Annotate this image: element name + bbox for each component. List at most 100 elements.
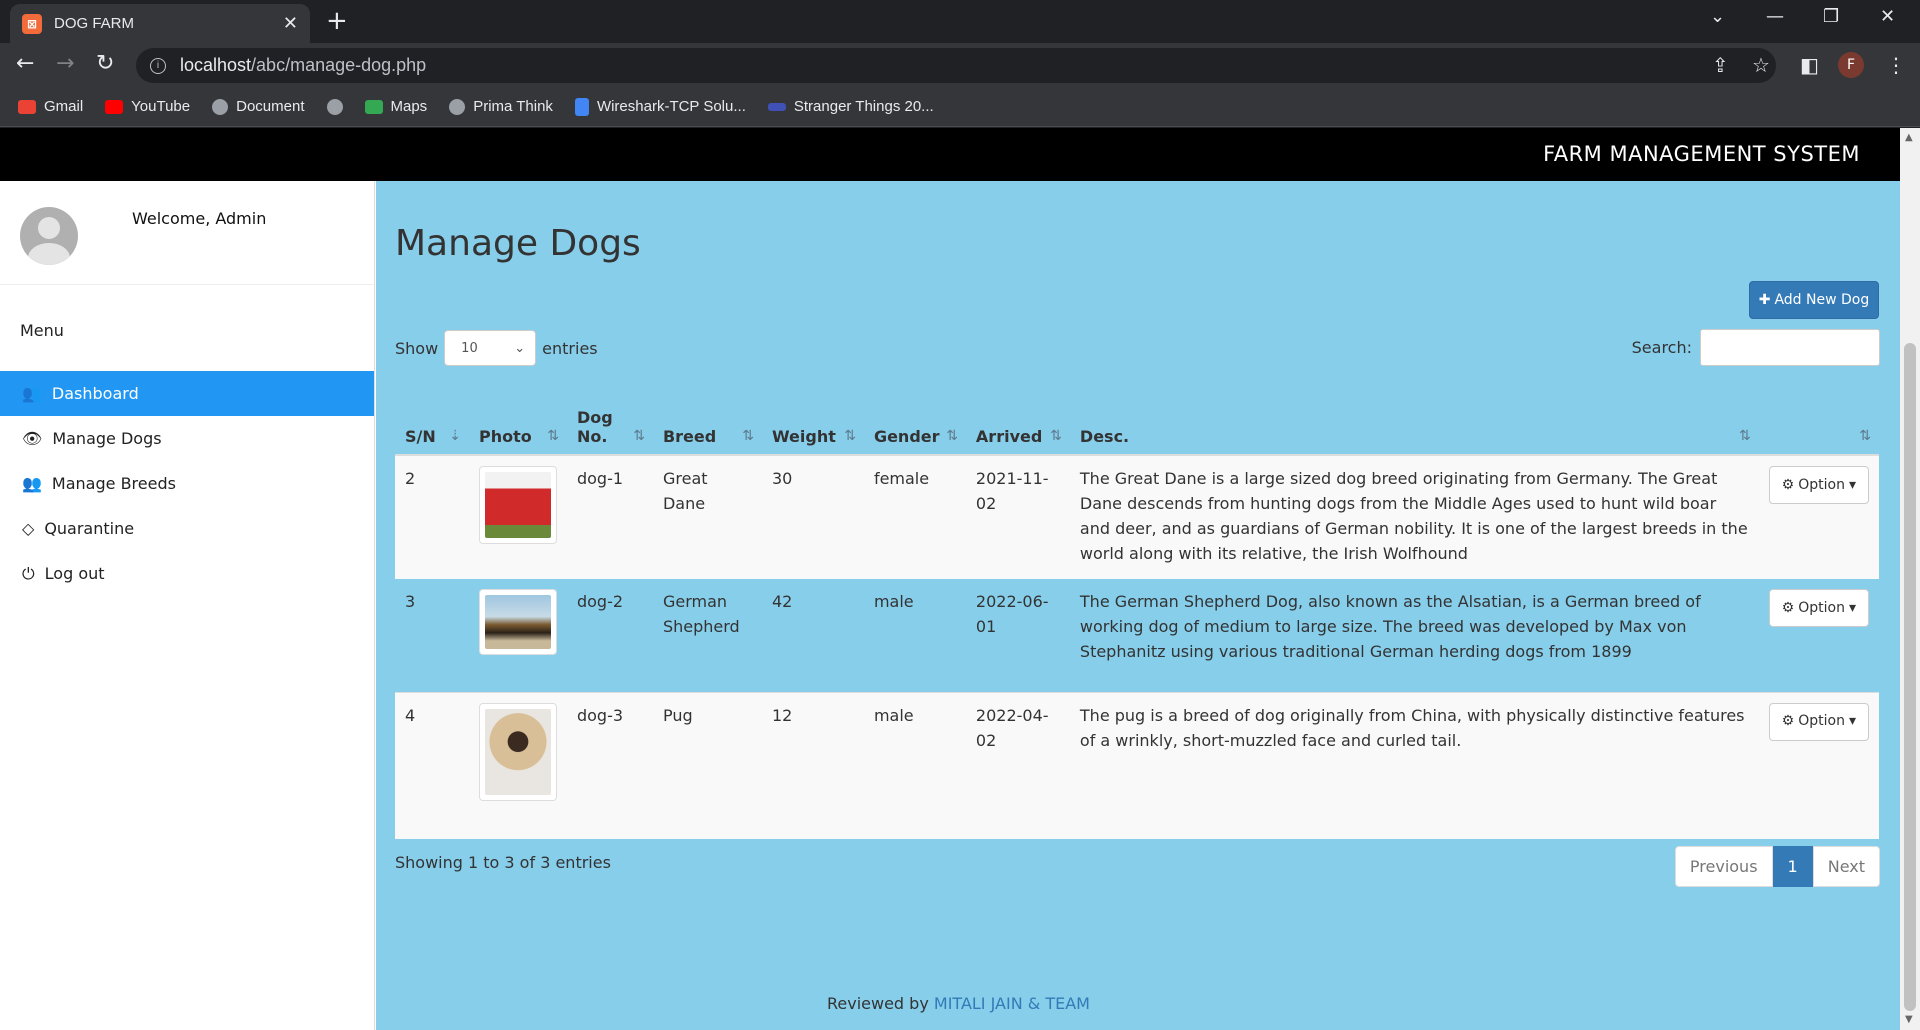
bookmark-globe[interactable] <box>326 98 343 115</box>
column-header-dog-no[interactable]: Dog No. ⇅ <box>566 391 653 456</box>
power-icon: ⏻ <box>22 563 35 583</box>
cell-weight: 42 <box>761 579 864 692</box>
cell-desc: The Great Dane is a large sized dog bree… <box>1069 455 1759 579</box>
table-row: 2 dog-1 Great Dane 30 female 2021-11-02 … <box>395 455 1879 579</box>
cell-sn: 2 <box>395 455 469 579</box>
site-icon <box>767 102 786 111</box>
column-header-breed[interactable]: Breed ⇅ <box>652 391 762 456</box>
search-input[interactable] <box>1700 329 1880 366</box>
show-label: Show <box>395 338 439 358</box>
previous-page-button[interactable]: Previous <box>1674 846 1773 887</box>
footer-team-link[interactable]: MITALI JAIN & TEAM <box>934 994 1090 1013</box>
browser-tab-strip: ⊠ DOG FARM ✕ + ⌄ — ❐ ✕ <box>0 0 1920 43</box>
option-button[interactable]: ⚙ Option ▾ <box>1768 702 1869 741</box>
entries-select[interactable]: 10 ⌄ <box>444 330 537 366</box>
main-content: Manage Dogs ✚ Add New Dog Show 10 ⌄ entr… <box>376 181 1900 1030</box>
column-header-photo[interactable]: Photo ⇅ <box>468 391 567 456</box>
cell-dog-no: dog-2 <box>566 579 653 692</box>
restore-icon[interactable]: ❐ <box>1823 6 1839 27</box>
address-bar[interactable]: i localhost/abc/manage-dog.php <box>136 48 1776 83</box>
dog-1-photo[interactable] <box>478 466 557 544</box>
page-1-button[interactable]: 1 <box>1772 846 1813 887</box>
sidebar-item-label: Manage Breeds <box>51 474 176 493</box>
close-tab-icon[interactable]: ✕ <box>283 13 298 34</box>
users-icon: 👥 <box>22 384 42 403</box>
bookmark-stranger-things[interactable]: Stranger Things 20... <box>767 98 934 115</box>
browser-tab[interactable]: ⊠ DOG FARM ✕ <box>10 4 310 43</box>
bookmark-wireshark[interactable]: Wireshark-TCP Solu... <box>574 97 746 116</box>
sidebar-item-quarantine[interactable]: ◇ Quarantine <box>0 506 374 551</box>
close-window-icon[interactable]: ✕ <box>1880 6 1895 27</box>
chevron-down-icon: ⌄ <box>514 340 526 356</box>
cell-desc: The German Shepherd Dog, also known as t… <box>1069 579 1759 692</box>
column-header-desc[interactable]: Desc. ⇅ <box>1069 391 1759 456</box>
sidebar-item-label: Quarantine <box>44 519 135 538</box>
bookmark-gmail[interactable]: Gmail <box>18 98 83 115</box>
avatar <box>20 207 78 265</box>
sidebar-item-label: Log out <box>44 564 105 583</box>
cell-arrived: 2022-04-02 <box>965 692 1070 839</box>
option-button[interactable]: ⚙ Option ▾ <box>1768 466 1869 504</box>
side-panel-icon[interactable]: ◧ <box>1800 53 1819 77</box>
cell-weight: 30 <box>761 455 864 579</box>
column-header-gender[interactable]: Gender ⇅ <box>863 391 966 456</box>
cell-breed: Great Dane <box>652 455 762 579</box>
sort-icon: ⇅ <box>1859 428 1871 444</box>
cell-breed: Pug <box>652 692 762 839</box>
gear-icon: ⚙ <box>1781 476 1795 493</box>
gear-icon: ⚙ <box>1781 599 1795 616</box>
globe-icon <box>449 98 466 115</box>
column-header-arrived[interactable]: Arrived ⇅ <box>965 391 1070 456</box>
sidebar-item-manage-breeds[interactable]: 👥 Manage Breeds <box>0 461 374 506</box>
page-scrollbar[interactable]: ▲ ▼ <box>1900 128 1920 1030</box>
sidebar-item-label: Manage Dogs <box>52 429 162 448</box>
caret-down-icon: ▾ <box>1848 476 1856 493</box>
bookmark-maps[interactable]: Maps <box>364 98 427 115</box>
dog-3-photo[interactable] <box>478 702 557 801</box>
globe-icon <box>326 98 343 115</box>
share-icon[interactable]: ⇪ <box>1712 53 1729 77</box>
cell-photo <box>468 692 567 839</box>
web-page: FARM MANAGEMENT SYSTEM Welcome, Admin Me… <box>0 128 1920 1030</box>
column-header-weight[interactable]: Weight ⇅ <box>761 391 864 456</box>
bookmark-document[interactable]: Document <box>212 98 305 115</box>
dogs-table: S/N ⇣ Photo ⇅ Dog No. ⇅ Breed ⇅ Weight ⇅ Gend… <box>395 391 1879 839</box>
cell-gender: female <box>863 455 966 579</box>
column-header-sn[interactable]: S/N ⇣ <box>395 391 469 456</box>
sidebar-item-log-out[interactable]: ⏻ Log out <box>0 551 374 596</box>
add-new-dog-button[interactable]: ✚ Add New Dog <box>1749 281 1879 319</box>
dog-2-photo[interactable] <box>478 589 557 655</box>
sort-icon: ⇅ <box>1738 428 1751 444</box>
sort-icon: ⇅ <box>844 428 856 444</box>
profile-avatar[interactable]: F <box>1838 52 1864 78</box>
back-icon[interactable]: ← <box>16 51 34 76</box>
option-button[interactable]: ⚙ Option ▾ <box>1768 589 1869 627</box>
bookmark-youtube[interactable]: YouTube <box>105 98 190 115</box>
sidebar-item-dashboard[interactable]: 👥 Dashboard <box>0 371 374 416</box>
gear-icon: ⚙ <box>1781 713 1795 729</box>
bookmark-star-icon[interactable]: ☆ <box>1752 53 1770 77</box>
entries-label: entries <box>542 338 598 358</box>
scroll-down-icon[interactable]: ▼ <box>1905 1014 1913 1025</box>
bookmark-prima-think[interactable]: Prima Think <box>449 98 553 115</box>
sidebar-item-manage-dogs[interactable]: 👁 Manage Dogs <box>0 416 374 461</box>
column-header-actions[interactable]: ⇅ <box>1758 391 1879 456</box>
new-tab-icon[interactable]: + <box>326 6 348 36</box>
minimize-icon[interactable]: — <box>1766 6 1784 27</box>
sort-icon: ⇅ <box>547 428 559 444</box>
scrollbar-thumb[interactable] <box>1904 343 1916 1011</box>
browser-menu-icon[interactable]: ⋮ <box>1886 53 1906 77</box>
next-page-button[interactable]: Next <box>1812 846 1880 887</box>
cell-arrived: 2022-06-01 <box>965 579 1070 692</box>
entries-value: 10 <box>461 340 478 356</box>
diamond-icon: ◇ <box>22 519 35 538</box>
sort-icon: ⇅ <box>1050 428 1062 444</box>
table-search: Search: <box>1632 329 1880 366</box>
footer: Reviewed by MITALI JAIN & TEAM <box>827 994 1090 1013</box>
tab-search-icon[interactable]: ⌄ <box>1710 6 1725 27</box>
forward-icon[interactable]: → <box>56 51 74 76</box>
cell-sn: 4 <box>395 692 469 839</box>
scroll-up-icon[interactable]: ▲ <box>1905 132 1913 143</box>
site-info-icon[interactable]: i <box>150 57 166 74</box>
reload-icon[interactable]: ↻ <box>96 51 114 76</box>
